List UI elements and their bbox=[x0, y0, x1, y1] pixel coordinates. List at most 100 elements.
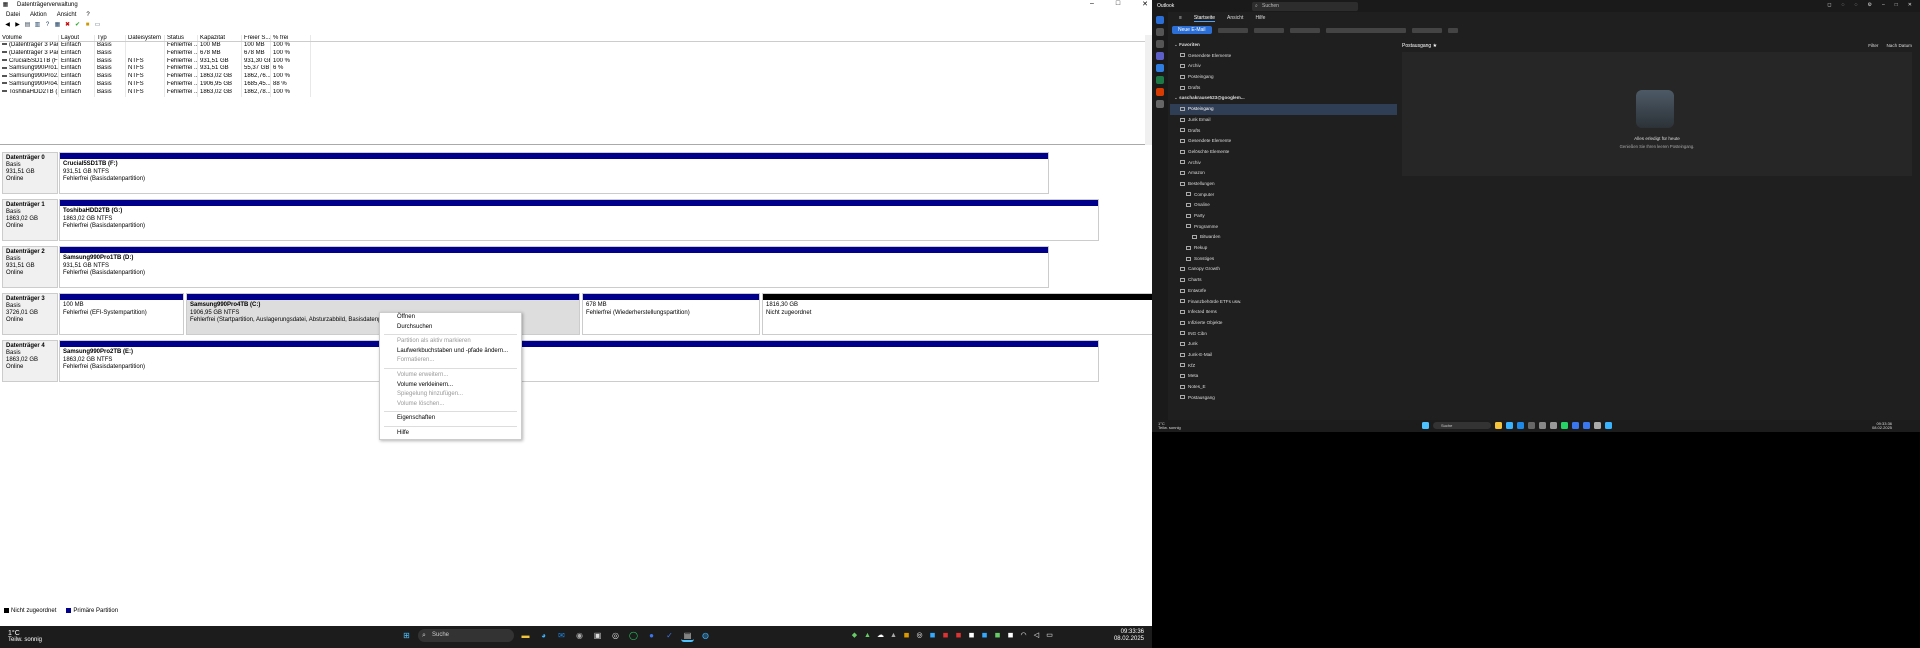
whatsapp-icon-2[interactable] bbox=[1561, 422, 1568, 429]
weather-widget-2[interactable]: 1°C Teilw. sonnig bbox=[1158, 422, 1181, 430]
column-header[interactable]: Typ bbox=[95, 35, 126, 41]
outlook-maximize[interactable]: □ bbox=[1895, 2, 1898, 8]
menu-ansicht[interactable]: Ansicht bbox=[57, 12, 77, 20]
disk-label[interactable]: Datenträger 0 Basis 931,51 GB Online bbox=[2, 152, 58, 194]
context-menu-item[interactable]: Öffnen bbox=[380, 313, 521, 323]
context-menu-item[interactable]: Hilfe bbox=[380, 429, 521, 439]
mail-icon[interactable] bbox=[1156, 16, 1164, 24]
outlook-minimize[interactable]: – bbox=[1882, 2, 1885, 8]
table-row[interactable]: Samsung990Pro1... Einfach Basis NTFS Fehlerf… bbox=[0, 65, 1152, 74]
folder-item[interactable]: Drafts bbox=[1170, 126, 1397, 137]
folder-item[interactable]: Posteingang bbox=[1170, 72, 1397, 83]
star-icon[interactable]: ★ bbox=[1433, 43, 1437, 49]
folder-item[interactable]: Onaline bbox=[1170, 200, 1397, 211]
view-icon[interactable]: ▭ bbox=[94, 22, 101, 29]
folder-icon[interactable]: ■ bbox=[84, 22, 91, 29]
delete-icon[interactable]: ✖ bbox=[64, 22, 71, 29]
folder-item[interactable]: Archiv bbox=[1170, 158, 1397, 169]
folder-item[interactable]: Charts bbox=[1170, 275, 1397, 286]
people-icon[interactable] bbox=[1156, 40, 1164, 48]
folder-item[interactable]: ING Cibn bbox=[1170, 329, 1397, 340]
table-row[interactable]: Crucial5SD1TB (F:) Einfach Basis NTFS Fehler… bbox=[0, 57, 1152, 66]
notification-icon[interactable]: ◻ bbox=[1827, 2, 1831, 8]
bell-icon[interactable]: ◌ bbox=[1842, 2, 1845, 8]
disk-label[interactable]: Datenträger 4 Basis 1863,02 GB Online bbox=[2, 340, 58, 382]
folder-item[interactable]: Amazon bbox=[1170, 168, 1397, 179]
partition[interactable]: 1816,30 GB Nicht zugeordnet bbox=[762, 293, 1156, 335]
folder-item[interactable]: Posteingang bbox=[1170, 104, 1397, 115]
tab-hilfe[interactable]: Hilfe bbox=[1255, 15, 1265, 22]
folder-item[interactable]: Junk bbox=[1170, 339, 1397, 350]
outlook-icon[interactable]: ✉ bbox=[555, 629, 568, 642]
partition[interactable]: Samsung990Pro2TB (E:) 1863,02 GB NTFS Fehl… bbox=[59, 340, 1099, 382]
folder-item[interactable]: KfZ bbox=[1170, 361, 1397, 372]
partition[interactable]: Samsung990Pro1TB (D:) 931,51 GB NTFS Fehle… bbox=[59, 246, 1049, 288]
tray-icon-9[interactable]: ◼ bbox=[954, 631, 963, 640]
app-icon-2[interactable] bbox=[1550, 422, 1557, 429]
settings-icon[interactable]: ⚙ bbox=[1868, 2, 1872, 8]
folder-item[interactable]: Meta bbox=[1170, 371, 1397, 382]
table-row[interactable]: (Datenträger 3 Par... Einfach Basis Fehlerf… bbox=[0, 49, 1152, 58]
folder-item[interactable]: Canopy Growth bbox=[1170, 264, 1397, 275]
new-mail-button[interactable]: Neue E-Mail bbox=[1172, 26, 1212, 34]
minimize-button[interactable]: – bbox=[1090, 0, 1094, 8]
store-icon[interactable]: ▣ bbox=[591, 629, 604, 642]
tray-icon-5[interactable]: ◼ bbox=[902, 631, 911, 640]
folder-item[interactable]: Bestellungen bbox=[1170, 179, 1397, 190]
edge-icon[interactable]: ◕ bbox=[537, 629, 550, 642]
tray-icon-4[interactable]: ▲ bbox=[889, 631, 898, 640]
column-header[interactable]: Kapazität bbox=[198, 35, 242, 41]
apps-icon[interactable] bbox=[1156, 100, 1164, 108]
excel-icon[interactable] bbox=[1156, 76, 1164, 84]
folder-item[interactable]: Finanzbehörde ETFs usw. bbox=[1170, 297, 1397, 308]
folder-item[interactable]: Junk-E-Mail bbox=[1170, 350, 1397, 361]
tab-menu-icon[interactable]: ≡ bbox=[1179, 15, 1182, 22]
disk-label[interactable]: Datenträger 1 Basis 1863,02 GB Online bbox=[2, 199, 58, 241]
weather-widget[interactable]: 1°C Teilw. sonnig bbox=[8, 630, 42, 644]
context-menu-item[interactable]: Laufwerkbuchstaben und -pfade ändern... bbox=[380, 347, 521, 357]
taskbar-search[interactable]: ⌕ Suche bbox=[418, 629, 514, 642]
outlook-icon-2[interactable] bbox=[1517, 422, 1524, 429]
tray-icon-13[interactable]: ◼ bbox=[1006, 631, 1015, 640]
volume-list-scrollbar[interactable] bbox=[1145, 35, 1152, 145]
folder-item[interactable]: Entwürfe bbox=[1170, 286, 1397, 297]
network-icon[interactable]: ◍ bbox=[699, 629, 712, 642]
column-header[interactable]: Layout bbox=[59, 35, 95, 41]
check-icon[interactable]: ✔ bbox=[74, 22, 81, 29]
maximize-button[interactable]: □ bbox=[1116, 0, 1120, 8]
outlook-close[interactable]: ✕ bbox=[1908, 2, 1912, 8]
disk-label[interactable]: Datenträger 3 Basis 3726,01 GB Online bbox=[2, 293, 58, 335]
ribbon-archive[interactable] bbox=[1253, 27, 1284, 33]
battery-icon[interactable]: ▭ bbox=[1045, 631, 1054, 640]
partition[interactable]: 100 MB Fehlerfrei (EFI-Systempartition) bbox=[59, 293, 184, 335]
wifi-icon[interactable]: ◠ bbox=[1019, 631, 1028, 640]
table-row[interactable]: (Datenträger 3 Par... Einfach Basis Fehlerf… bbox=[0, 42, 1152, 50]
tray-icon-11[interactable]: ◼ bbox=[980, 631, 989, 640]
folder-item[interactable]: Gesendete Elemente bbox=[1170, 136, 1397, 147]
start-icon-2[interactable] bbox=[1422, 422, 1429, 429]
start-icon[interactable]: ⊞ bbox=[400, 629, 413, 642]
bitwarden-icon-2[interactable] bbox=[1583, 422, 1590, 429]
calendar-icon[interactable] bbox=[1156, 28, 1164, 36]
folder-item[interactable]: Notes_E bbox=[1170, 382, 1397, 393]
steam-icon-2[interactable] bbox=[1528, 422, 1535, 429]
tray-icon-10[interactable]: ◼ bbox=[967, 631, 976, 640]
column-header[interactable]: % frei bbox=[271, 35, 311, 41]
filter-button[interactable]: Filter bbox=[1868, 43, 1878, 48]
ribbon-move[interactable] bbox=[1325, 27, 1406, 33]
whatsapp-icon[interactable]: ◯ bbox=[627, 629, 640, 642]
tab-ansicht[interactable]: Ansicht bbox=[1227, 15, 1243, 22]
ribbon-delete[interactable] bbox=[1217, 27, 1248, 33]
partition[interactable]: Crucial5SD1TB (F:) 931,51 GB NTFS Fehlerfr… bbox=[59, 152, 1049, 194]
sort-button[interactable]: Nach Datum bbox=[1886, 43, 1912, 48]
help-icon[interactable]: ? bbox=[44, 22, 51, 29]
folder-item[interactable]: Infizierte Objekte bbox=[1170, 318, 1397, 329]
tray-icon-7[interactable]: ◼ bbox=[928, 631, 937, 640]
properties-icon[interactable]: ▥ bbox=[34, 22, 41, 29]
folder-item[interactable]: Sonstiges bbox=[1170, 254, 1397, 265]
ribbon-reply[interactable] bbox=[1411, 27, 1442, 33]
edge-icon-2[interactable] bbox=[1506, 422, 1513, 429]
app-icon-terminal[interactable]: ◎ bbox=[609, 629, 622, 642]
folder-item[interactable]: Junk Email bbox=[1170, 115, 1397, 126]
bitwarden-icon[interactable]: ✓ bbox=[663, 629, 676, 642]
